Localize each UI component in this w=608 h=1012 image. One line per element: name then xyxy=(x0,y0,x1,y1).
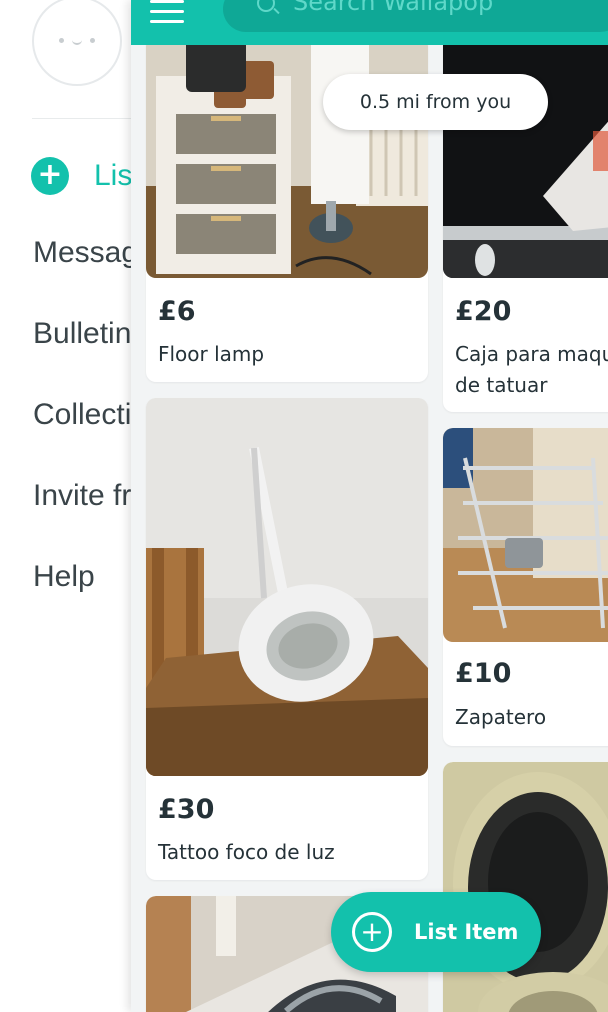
product-photo xyxy=(146,36,428,278)
product-price: £10 xyxy=(455,658,512,689)
product-card[interactable] xyxy=(443,762,608,1012)
avatar-eye-icon xyxy=(59,38,64,43)
search-input[interactable]: Search Wallapop xyxy=(223,0,608,32)
plus-icon: + xyxy=(352,912,392,952)
list-item-button[interactable]: + List Item xyxy=(331,892,541,972)
product-title: Zapatero xyxy=(455,705,547,729)
product-card[interactable]: £30 Tattoo foco de luz xyxy=(146,398,428,880)
product-title-line-1: Caja para maquina xyxy=(455,342,608,366)
avatar-eye-icon xyxy=(90,38,95,43)
product-photo xyxy=(146,398,428,776)
side-drawer: + List Item Messages Bulletin Collection… xyxy=(0,0,207,1012)
product-photo xyxy=(443,762,608,1012)
drawer-item-help[interactable]: Help xyxy=(33,560,95,594)
search-placeholder: Search Wallapop xyxy=(293,0,494,16)
product-price: £20 xyxy=(455,296,512,327)
product-photo xyxy=(443,428,608,642)
product-title-line-2: de tatuar xyxy=(455,373,548,397)
product-title: Tattoo foco de luz xyxy=(158,840,335,864)
product-card[interactable]: £10 Zapatero xyxy=(443,428,608,746)
hamburger-menu-icon[interactable] xyxy=(150,0,184,23)
search-icon xyxy=(257,0,275,12)
plus-circle-icon: + xyxy=(31,157,69,195)
avatar-mouth-icon xyxy=(72,40,82,45)
main-panel: Search Wallapop 0.5 mi from you £6 Floor… xyxy=(131,0,608,1012)
product-price: £30 xyxy=(158,794,215,825)
list-item-button-label: List Item xyxy=(414,920,519,944)
top-bar: Search Wallapop xyxy=(131,0,608,45)
product-photo xyxy=(443,36,608,278)
drawer-divider xyxy=(32,118,142,119)
drawer-item-bulletin[interactable]: Bulletin xyxy=(33,317,131,351)
product-title: Floor lamp xyxy=(158,342,265,366)
product-price: £6 xyxy=(158,296,196,327)
distance-badge[interactable]: 0.5 mi from you xyxy=(323,74,548,130)
user-avatar[interactable] xyxy=(32,0,122,86)
